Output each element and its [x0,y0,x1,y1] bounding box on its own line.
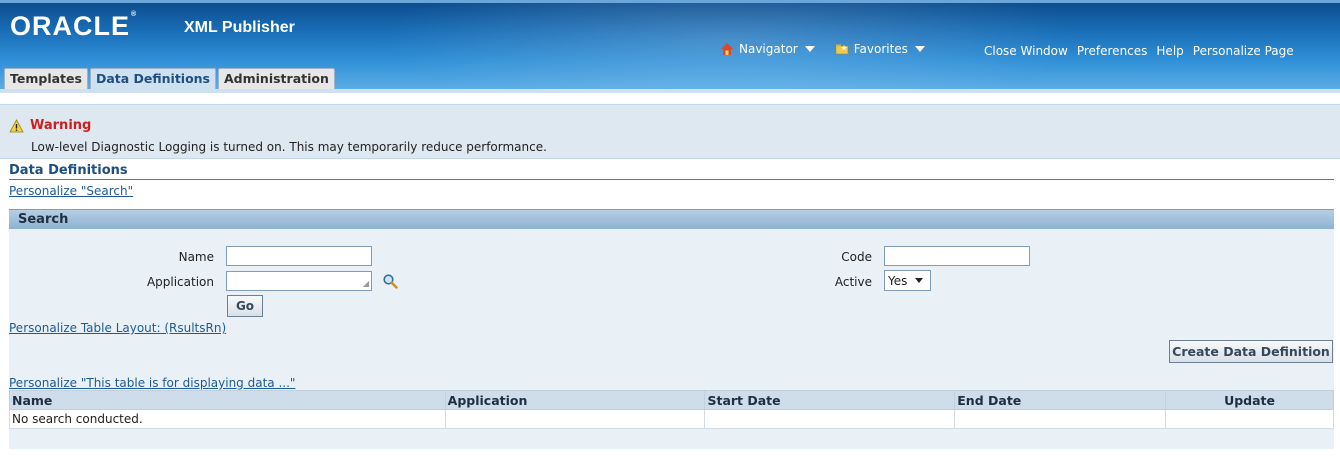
tab-data-definitions[interactable]: Data Definitions [89,68,216,89]
table-cell [1165,409,1334,429]
footer-strip [9,429,1334,449]
branding-header: ORACLE® XML Publisher Navigator Favorite… [0,0,1340,92]
column-header-update: Update [1165,390,1334,410]
name-input[interactable] [226,246,372,266]
application-input[interactable]: ◢ [226,271,372,291]
chevron-down-icon [914,46,925,52]
help-link[interactable]: Help [1156,44,1183,58]
tab-templates[interactable]: Templates [4,68,88,89]
tab-administration[interactable]: Administration [218,68,335,89]
app-title: XML Publisher [184,19,295,36]
application-label: Application [146,275,214,289]
active-label: Active [834,275,872,289]
search-magnifier-icon[interactable] [382,273,398,289]
close-window-link[interactable]: Close Window [984,44,1068,58]
personalize-table-link[interactable]: Personalize "This table is for displayin… [9,376,295,390]
title-divider [9,179,1334,180]
resize-handle-icon: ◢ [362,279,369,288]
name-label: Name [178,250,214,264]
tab-underline [0,89,1340,93]
warning-box: Warning Low-level Diagnostic Logging is … [0,104,1340,159]
warning-triangle-icon [9,118,24,132]
active-selected-value: Yes [888,273,908,288]
page-title: Data Definitions [9,163,128,178]
navigator-menu[interactable]: Navigator [720,42,815,56]
oracle-logo: ORACLE® [10,11,138,41]
preferences-link[interactable]: Preferences [1077,44,1148,58]
code-input[interactable] [884,246,1030,266]
table-cell [444,409,706,429]
favorites-label: Favorites [853,42,908,56]
warning-message: Low-level Diagnostic Logging is turned o… [31,140,547,154]
personalize-page-link[interactable]: Personalize Page [1193,44,1294,58]
warning-title: Warning [9,118,91,133]
create-data-definition-button[interactable]: Create Data Definition [1169,340,1333,363]
table-cell [954,409,1167,429]
global-links: Close Window Preferences Help Personaliz… [984,44,1294,58]
personalize-table-layout-link[interactable]: Personalize Table Layout: (RsultsRn) [9,321,226,335]
column-header-name[interactable]: Name [9,390,446,410]
table-row: No search conducted. [9,409,1334,429]
column-header-application[interactable]: Application [444,390,706,410]
results-table: Name Application Start Date End Date Upd… [9,390,1334,429]
column-header-start-date[interactable]: Start Date [704,390,956,410]
table-cell [704,409,956,429]
warning-title-text: Warning [30,118,92,133]
favorites-menu[interactable]: Favorites [835,42,925,56]
table-header-row: Name Application Start Date End Date Upd… [9,390,1334,410]
global-menus: Navigator Favorites [720,42,925,56]
favorites-folder-icon [835,44,849,55]
code-label: Code [841,250,872,264]
column-header-end-date[interactable]: End Date [954,390,1167,410]
empty-message: No search conducted. [9,409,446,429]
search-section-header: Search [9,209,1334,229]
chevron-down-icon [915,278,924,283]
active-select[interactable]: Yes [884,270,931,291]
navigator-label: Navigator [739,42,798,56]
go-button[interactable]: Go [227,295,263,317]
home-icon [721,43,733,55]
personalize-search-link[interactable]: Personalize "Search" [9,184,133,198]
chevron-down-icon [804,46,815,52]
tab-bar: Templates Data Definitions Administratio… [4,68,335,89]
